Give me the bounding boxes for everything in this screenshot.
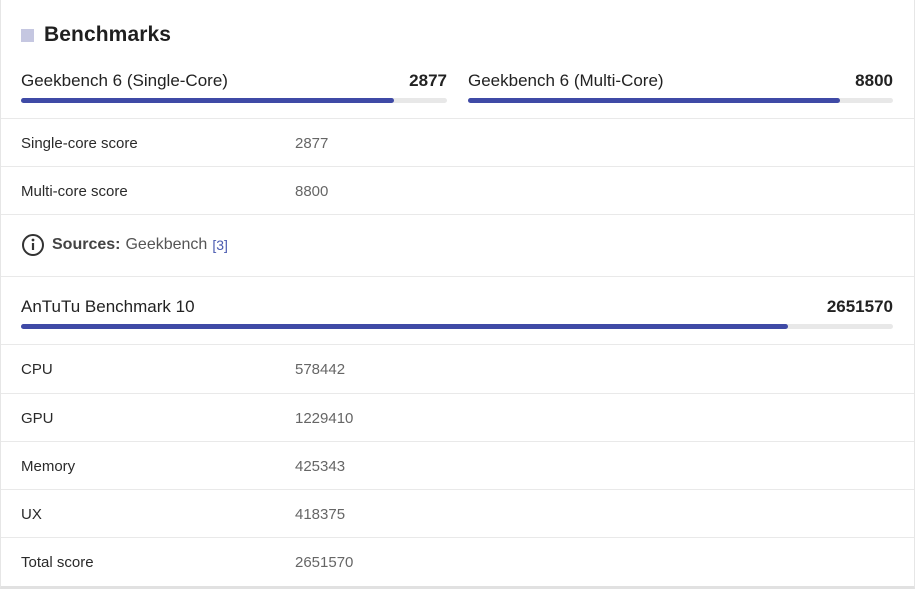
sources-line: Sources: Geekbench [3] bbox=[21, 232, 228, 258]
divider bbox=[1, 214, 914, 215]
section-square-icon bbox=[21, 28, 34, 42]
score-bar-track bbox=[468, 98, 893, 103]
row-label: GPU bbox=[21, 409, 54, 427]
row-value: 1229410 bbox=[295, 409, 354, 427]
info-icon bbox=[22, 234, 44, 256]
score-bar-track bbox=[21, 324, 893, 329]
row-label: CPU bbox=[21, 360, 53, 378]
table-row: UX 418375 bbox=[1, 490, 914, 538]
table-row: CPU 578442 bbox=[1, 345, 914, 393]
section-title: Benchmarks bbox=[44, 23, 172, 46]
table-row: Memory 425343 bbox=[1, 442, 914, 490]
divider bbox=[1, 276, 914, 277]
table-row: Single-core score 2877 bbox=[1, 119, 914, 167]
benchmark-score: 8800 bbox=[855, 71, 893, 90]
row-value: 2651570 bbox=[295, 553, 354, 571]
row-value: 8800 bbox=[295, 182, 329, 200]
row-value: 578442 bbox=[295, 360, 346, 378]
score-bar-fill bbox=[21, 98, 394, 103]
geekbench-single-core: Geekbench 6 (Single-Core) 2877 bbox=[21, 71, 447, 103]
benchmark-score: 2877 bbox=[409, 71, 447, 90]
benchmark-name: AnTuTu Benchmark 10 bbox=[21, 297, 195, 316]
antutu-benchmark: AnTuTu Benchmark 10 2651570 bbox=[21, 297, 893, 329]
score-bar-fill bbox=[468, 98, 840, 103]
score-bar-track bbox=[21, 98, 447, 103]
table-row: Multi-core score 8800 bbox=[1, 167, 914, 215]
benchmark-score: 2651570 bbox=[826, 297, 893, 316]
row-label: Multi-core score bbox=[21, 182, 128, 200]
row-label: UX bbox=[21, 505, 42, 523]
benchmark-name: Geekbench 6 (Single-Core) bbox=[21, 71, 228, 90]
sources-value: Geekbench bbox=[125, 236, 208, 253]
row-value: 418375 bbox=[295, 505, 346, 523]
sources-label: Sources: bbox=[52, 236, 121, 253]
section-header: Benchmarks bbox=[21, 22, 171, 48]
row-label: Memory bbox=[21, 457, 76, 475]
table-row: GPU 1229410 bbox=[1, 394, 914, 442]
benchmarks-card: Benchmarks Geekbench 6 (Single-Core) 287… bbox=[0, 0, 915, 589]
source-reference-link[interactable]: [3] bbox=[212, 237, 228, 253]
table-row: Total score 2651570 bbox=[1, 538, 914, 586]
row-value: 2877 bbox=[295, 134, 329, 152]
row-label: Single-core score bbox=[21, 134, 138, 152]
benchmark-name: Geekbench 6 (Multi-Core) bbox=[468, 71, 664, 90]
row-label: Total score bbox=[21, 553, 94, 571]
geekbench-multi-core: Geekbench 6 (Multi-Core) 8800 bbox=[468, 71, 893, 103]
score-bar-fill bbox=[21, 324, 789, 329]
row-value: 425343 bbox=[295, 457, 346, 475]
